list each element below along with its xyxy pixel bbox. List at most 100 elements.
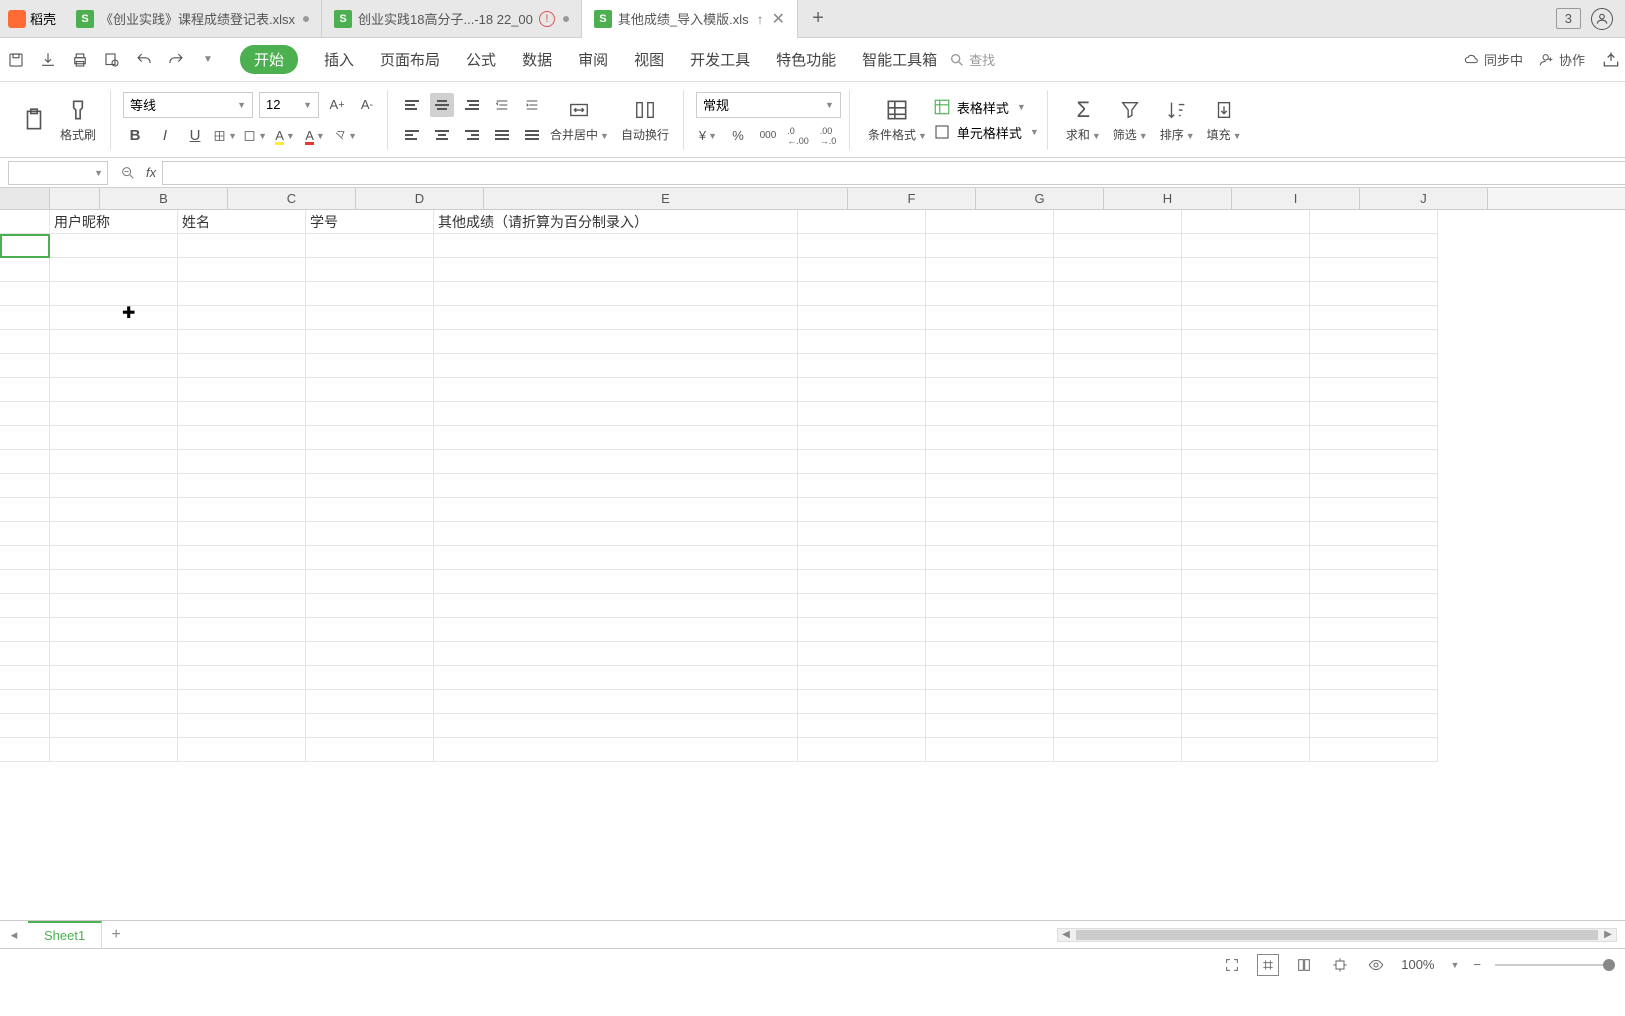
cell[interactable] <box>50 330 178 354</box>
cell[interactable] <box>434 690 798 714</box>
cell[interactable]: 姓名 <box>178 210 306 234</box>
cell[interactable] <box>178 354 306 378</box>
cell[interactable] <box>1054 450 1182 474</box>
cell[interactable] <box>306 546 434 570</box>
fill-button[interactable]: 填充▼ <box>1201 96 1248 143</box>
conditional-format-button[interactable]: 条件格式▼ <box>862 96 933 143</box>
bold-button[interactable]: B <box>123 124 147 148</box>
cell[interactable] <box>0 522 50 546</box>
cell[interactable] <box>306 234 434 258</box>
align-bottom-button[interactable] <box>460 93 484 117</box>
cell[interactable] <box>1054 666 1182 690</box>
cell[interactable] <box>0 402 50 426</box>
cell[interactable] <box>306 522 434 546</box>
cell[interactable] <box>1310 282 1438 306</box>
cell[interactable] <box>798 522 926 546</box>
cell[interactable] <box>0 690 50 714</box>
autosum-button[interactable]: Σ 求和▼ <box>1060 96 1107 143</box>
cell[interactable] <box>926 546 1054 570</box>
fill-pattern-button[interactable]: ▼ <box>243 124 267 148</box>
cell[interactable] <box>50 378 178 402</box>
cell[interactable] <box>306 282 434 306</box>
cell[interactable] <box>178 546 306 570</box>
cell[interactable] <box>926 210 1054 234</box>
cell[interactable] <box>434 378 798 402</box>
cell[interactable] <box>434 738 798 762</box>
cell[interactable] <box>926 330 1054 354</box>
cell[interactable] <box>926 570 1054 594</box>
cell[interactable] <box>0 258 50 282</box>
cell[interactable] <box>50 234 178 258</box>
cell[interactable] <box>1182 330 1310 354</box>
cell[interactable]: 其他成绩（请折算为百分制录入） <box>434 210 798 234</box>
formula-input[interactable] <box>162 161 1625 185</box>
zoom-thumb[interactable] <box>1603 959 1615 971</box>
cell[interactable] <box>798 210 926 234</box>
cell[interactable] <box>1054 714 1182 738</box>
cell[interactable] <box>1182 642 1310 666</box>
menu-home[interactable]: 开始 <box>240 45 298 74</box>
cell[interactable] <box>1182 354 1310 378</box>
cell[interactable] <box>1054 594 1182 618</box>
cell[interactable] <box>926 594 1054 618</box>
cell[interactable] <box>306 690 434 714</box>
cell[interactable] <box>1182 234 1310 258</box>
cell[interactable] <box>434 402 798 426</box>
cell[interactable] <box>434 666 798 690</box>
cell[interactable] <box>178 474 306 498</box>
cell[interactable] <box>1054 426 1182 450</box>
print-button[interactable] <box>68 48 92 72</box>
reading-view-button[interactable] <box>1365 954 1387 976</box>
cell[interactable] <box>0 282 50 306</box>
horizontal-scrollbar[interactable]: ◀ ▶ <box>1057 928 1617 942</box>
cell[interactable] <box>926 258 1054 282</box>
cell[interactable] <box>434 474 798 498</box>
cell[interactable] <box>434 594 798 618</box>
menu-insert[interactable]: 插入 <box>324 49 354 70</box>
cell[interactable] <box>1054 498 1182 522</box>
cell[interactable] <box>1310 618 1438 642</box>
cell[interactable] <box>434 234 798 258</box>
cell[interactable] <box>178 258 306 282</box>
zoom-slider[interactable] <box>1495 964 1615 966</box>
cell[interactable] <box>1054 210 1182 234</box>
cell[interactable] <box>178 714 306 738</box>
font-color-button[interactable]: A▼ <box>303 124 327 148</box>
zoom-out-button[interactable]: − <box>1473 957 1481 972</box>
cell[interactable] <box>1182 474 1310 498</box>
cell[interactable] <box>798 618 926 642</box>
cell[interactable] <box>1182 282 1310 306</box>
cell[interactable] <box>306 570 434 594</box>
menu-developer[interactable]: 开发工具 <box>690 49 750 70</box>
menu-page-layout[interactable]: 页面布局 <box>380 49 440 70</box>
font-size-select[interactable]: 12▼ <box>259 92 319 118</box>
cell[interactable] <box>0 738 50 762</box>
percent-button[interactable]: % <box>726 124 750 148</box>
filter-button[interactable]: 筛选▼ <box>1107 96 1154 143</box>
cell[interactable] <box>926 306 1054 330</box>
cell[interactable] <box>178 306 306 330</box>
cell[interactable] <box>1310 402 1438 426</box>
cell[interactable] <box>50 426 178 450</box>
cell[interactable] <box>926 714 1054 738</box>
cell[interactable] <box>1310 234 1438 258</box>
cell[interactable] <box>50 546 178 570</box>
export-button[interactable] <box>36 48 60 72</box>
search-box[interactable]: 查找 <box>949 50 995 69</box>
cell[interactable] <box>178 666 306 690</box>
cell[interactable] <box>434 258 798 282</box>
cell[interactable] <box>178 450 306 474</box>
cell[interactable] <box>1182 378 1310 402</box>
menu-features[interactable]: 特色功能 <box>776 49 836 70</box>
cell[interactable] <box>434 714 798 738</box>
cell[interactable] <box>798 666 926 690</box>
cell[interactable] <box>178 282 306 306</box>
cell[interactable] <box>50 450 178 474</box>
cell[interactable] <box>0 570 50 594</box>
cell[interactable] <box>50 570 178 594</box>
menu-formulas[interactable]: 公式 <box>466 49 496 70</box>
cell[interactable] <box>1310 426 1438 450</box>
zoom-level[interactable]: 100% <box>1401 957 1434 972</box>
cell[interactable] <box>306 474 434 498</box>
add-sheet-button[interactable]: + <box>102 926 130 944</box>
